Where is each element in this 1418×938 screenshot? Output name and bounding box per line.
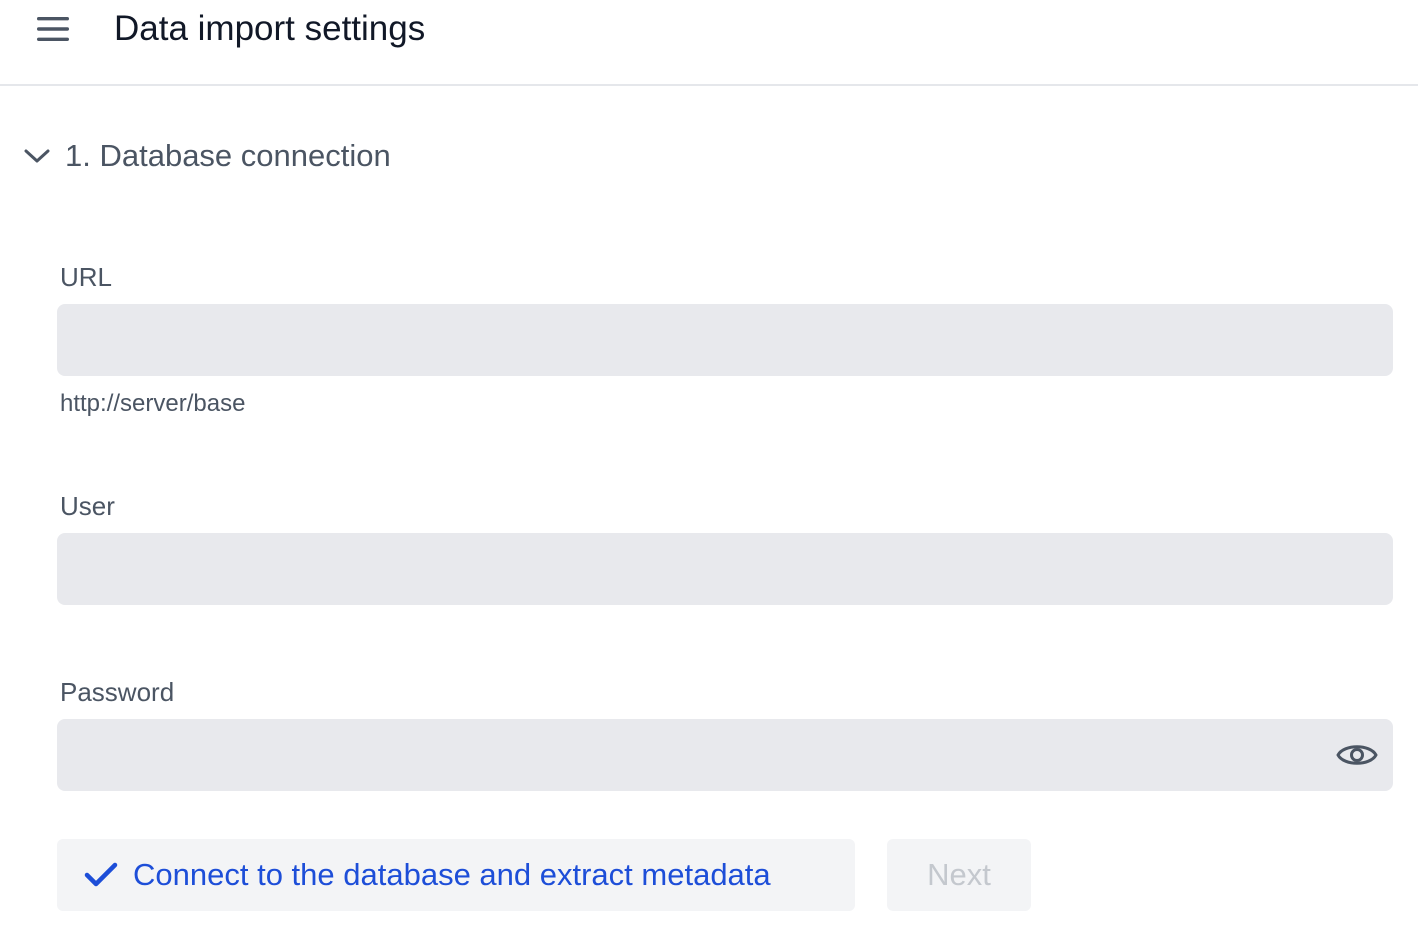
top-bar: Data import settings [0, 0, 1418, 86]
checkmark-icon [83, 857, 119, 893]
url-label: URL [60, 262, 113, 292]
user-input[interactable] [57, 533, 1393, 605]
user-label: User [60, 491, 115, 521]
page-title: Data import settings [114, 9, 426, 48]
password-input[interactable] [57, 719, 1393, 791]
chevron-down-icon [20, 139, 54, 173]
connect-button-label: Connect to the database and extract meta… [133, 857, 771, 892]
url-input[interactable] [57, 304, 1393, 376]
next-button[interactable]: Next [887, 839, 1031, 911]
hamburger-menu-icon[interactable] [30, 8, 76, 50]
section-toggle-database-connection[interactable]: 1. Database connection [20, 134, 391, 178]
url-hint: http://server/base [60, 390, 246, 417]
section-title: 1. Database connection [65, 138, 391, 173]
password-label: Password [60, 677, 175, 707]
eye-icon[interactable] [1334, 735, 1380, 775]
connect-and-extract-metadata-button[interactable]: Connect to the database and extract meta… [57, 839, 855, 911]
